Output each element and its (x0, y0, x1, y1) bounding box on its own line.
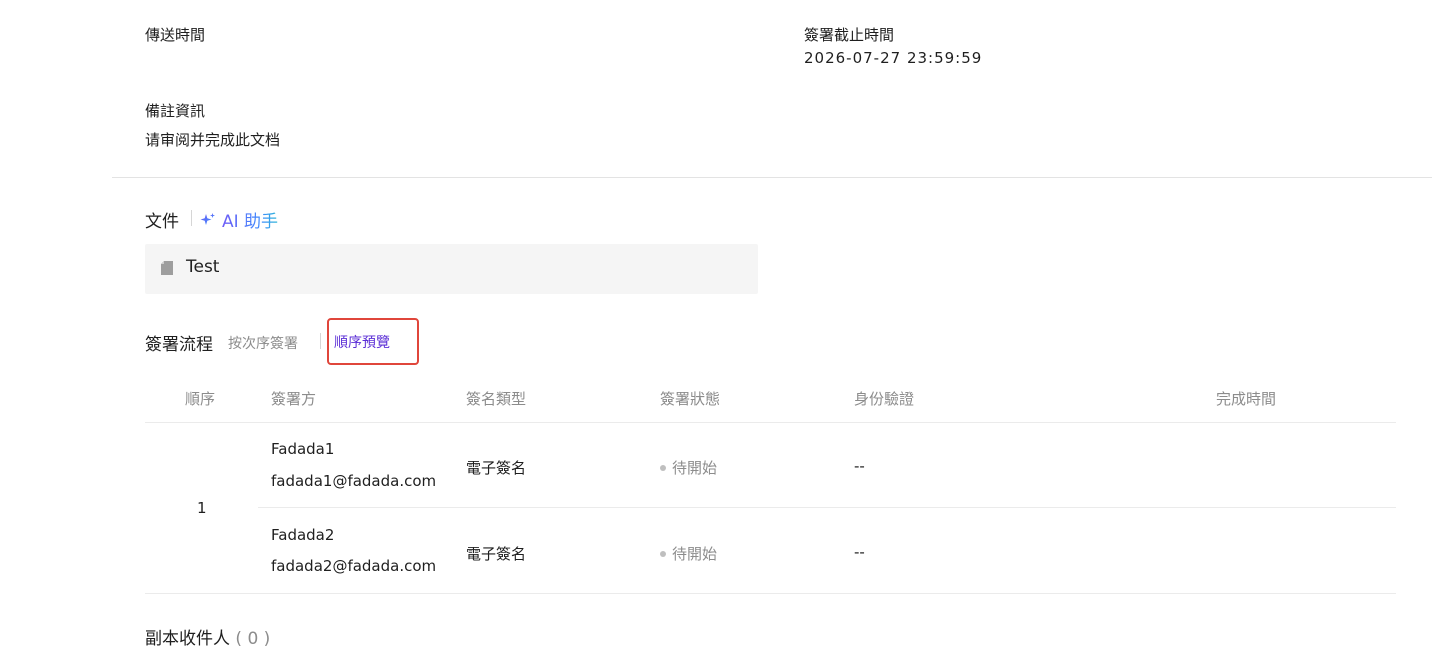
flow-mode: 按次序簽署 (228, 336, 298, 352)
files-title: 文件 (145, 212, 179, 232)
deadline-label: 簽署截止時間 (804, 26, 895, 44)
status-dot-icon (660, 550, 666, 557)
file-name: Test (186, 257, 220, 277)
column-header-done-time: 完成時間 (1216, 390, 1277, 408)
highlight-annotation (327, 318, 419, 365)
column-header-status: 簽署狀態 (660, 390, 721, 408)
status-badge: 待開始 (660, 543, 717, 564)
deadline-value: 2026-07-27 23:59:59 (804, 49, 983, 67)
signer-email: fadada1@fadada.com (271, 472, 437, 490)
files-title-separator (191, 210, 192, 226)
status-badge: 待開始 (660, 457, 717, 478)
sign-type: 電子簽名 (466, 545, 527, 563)
ai-assistant-label: AI 助手 (222, 207, 278, 232)
signer-name: Fadada2 (271, 526, 335, 544)
section-divider (112, 177, 1432, 178)
order-number: 1 (197, 499, 207, 517)
ai-assistant-button[interactable]: AI 助手 (200, 207, 278, 232)
remark-label: 備註資訊 (145, 102, 206, 120)
sparkle-icon (200, 212, 215, 225)
signer-name: Fadada1 (271, 440, 335, 458)
verification-value: -- (854, 457, 865, 475)
column-header-sign-type: 簽名類型 (466, 390, 527, 408)
document-icon (161, 261, 173, 275)
flow-separator (320, 333, 321, 349)
status-text: 待開始 (672, 459, 718, 477)
cc-recipients-title: 副本收件人 ( 0 ) (145, 624, 270, 649)
status-dot-icon (660, 464, 666, 471)
remark-value: 请审阅并完成此文档 (145, 131, 281, 149)
table-row-divider (258, 507, 1396, 508)
cc-recipients-label: 副本收件人 (145, 629, 230, 649)
verification-value: -- (854, 543, 865, 561)
sign-type: 電子簽名 (466, 459, 527, 477)
signer-email: fadada2@fadada.com (271, 557, 437, 575)
table-bottom-divider (145, 593, 1396, 594)
cc-recipients-count: ( 0 ) (235, 629, 271, 649)
column-header-order: 順序 (185, 390, 216, 408)
status-text: 待開始 (672, 545, 718, 563)
table-header-divider (145, 422, 1396, 423)
column-header-verification: 身份驗證 (854, 390, 915, 408)
file-item[interactable]: Test (145, 244, 758, 294)
flow-title: 簽署流程 (145, 335, 213, 355)
send-time-label: 傳送時間 (145, 26, 206, 44)
column-header-signer: 簽署方 (271, 390, 317, 408)
